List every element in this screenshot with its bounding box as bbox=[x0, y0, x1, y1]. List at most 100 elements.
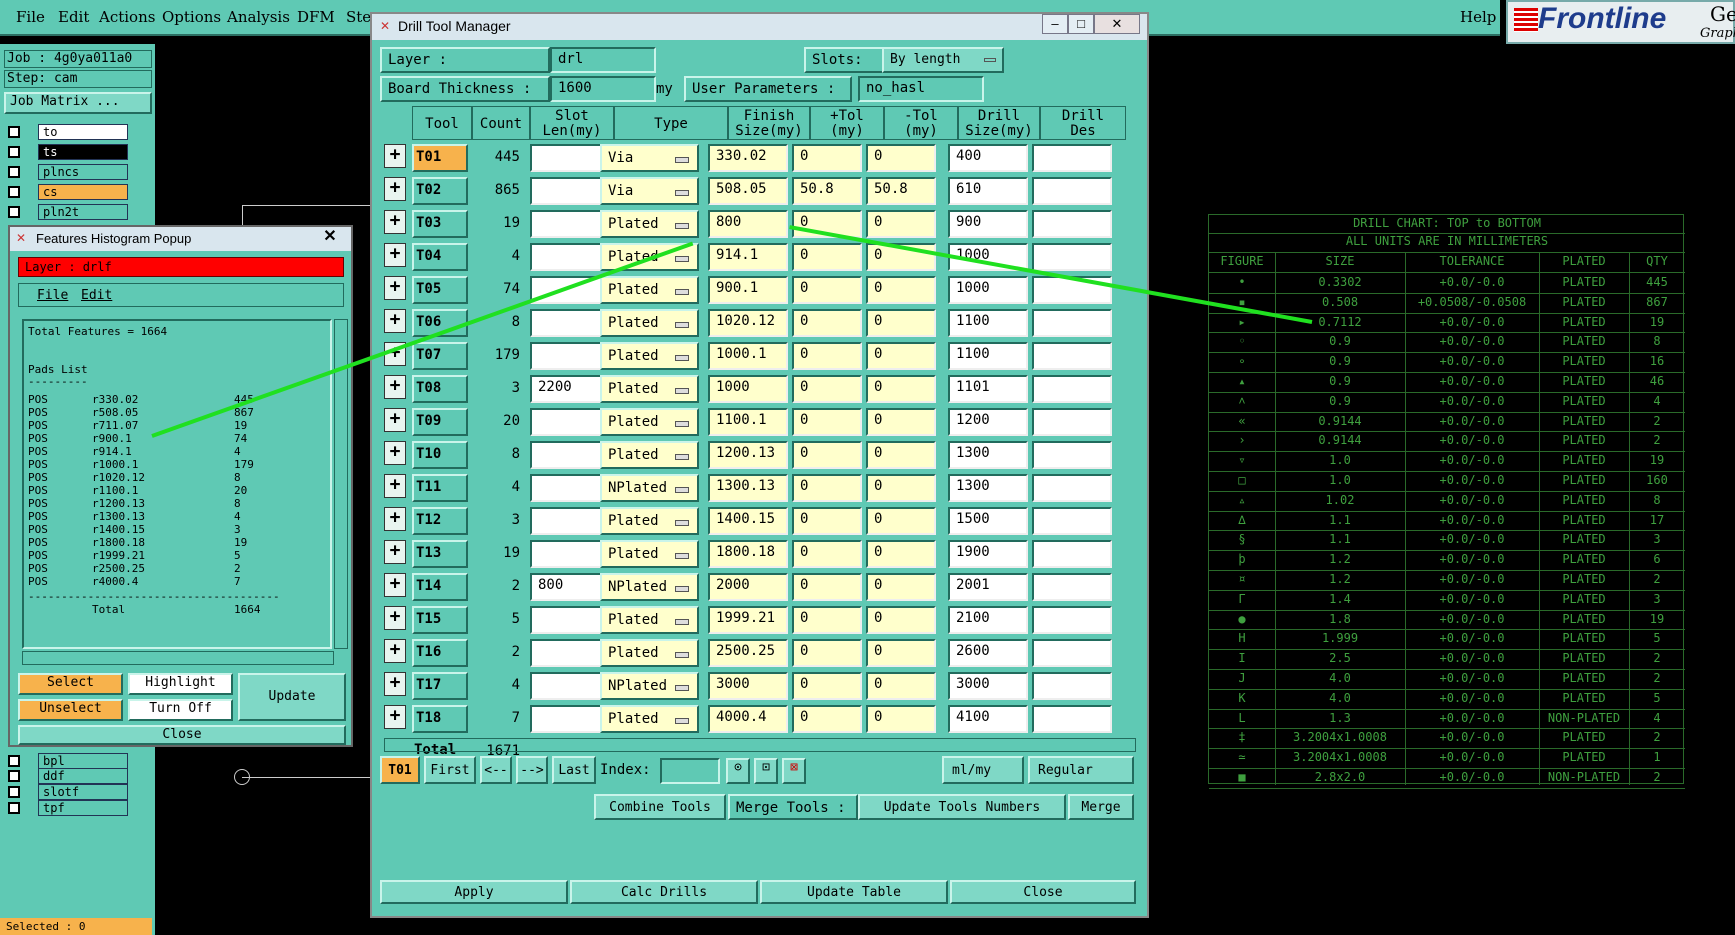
drill-des-input[interactable] bbox=[1032, 507, 1112, 535]
maximize-icon[interactable]: □ bbox=[1068, 14, 1094, 34]
minus-tol-input[interactable]: 0 bbox=[866, 342, 936, 370]
zoom-icon[interactable]: ⊙ bbox=[726, 758, 750, 784]
drill-des-input[interactable] bbox=[1032, 672, 1112, 700]
finish-size-input[interactable]: 3000 bbox=[708, 672, 788, 700]
dtm-hscrollbar[interactable] bbox=[384, 738, 1136, 752]
units-dropdown[interactable]: ml/my bbox=[942, 756, 1024, 784]
expand-icon[interactable]: + bbox=[384, 243, 406, 267]
last-button[interactable]: Last bbox=[552, 756, 596, 784]
expand-icon[interactable]: + bbox=[384, 375, 406, 399]
type-dropdown[interactable]: Plated bbox=[600, 507, 699, 535]
minus-tol-input[interactable]: 0 bbox=[866, 474, 936, 502]
plus-tol-input[interactable]: 0 bbox=[792, 276, 862, 304]
drill-size-input[interactable]: 1200 bbox=[948, 408, 1028, 436]
layer-checkbox[interactable] bbox=[8, 206, 20, 218]
plus-tol-input[interactable]: 0 bbox=[792, 540, 862, 568]
slots-dropdown[interactable]: By length bbox=[882, 47, 1004, 73]
calc-drills-button[interactable]: Calc Drills bbox=[570, 880, 758, 904]
drill-des-input[interactable] bbox=[1032, 639, 1112, 667]
minus-tol-input[interactable]: 0 bbox=[866, 210, 936, 238]
tool-name[interactable]: T07 bbox=[412, 342, 468, 370]
board-thickness-input[interactable]: 1600 bbox=[550, 76, 656, 102]
type-dropdown[interactable]: Via bbox=[600, 177, 699, 205]
drill-des-input[interactable] bbox=[1032, 474, 1112, 502]
menu-help[interactable]: Help bbox=[1460, 8, 1496, 26]
minus-tol-input[interactable]: 0 bbox=[866, 375, 936, 403]
minus-tol-input[interactable]: 0 bbox=[866, 309, 936, 337]
tool-name[interactable]: T12 bbox=[412, 507, 468, 535]
minus-tol-input[interactable]: 0 bbox=[866, 540, 936, 568]
expand-icon[interactable]: + bbox=[384, 606, 406, 630]
finish-size-input[interactable]: 1800.18 bbox=[708, 540, 788, 568]
histogram-menu-edit[interactable]: Edit bbox=[81, 288, 112, 303]
expand-icon[interactable]: + bbox=[384, 474, 406, 498]
expand-icon[interactable]: + bbox=[384, 441, 406, 465]
finish-size-input[interactable]: 900.1 bbox=[708, 276, 788, 304]
finish-size-input[interactable]: 1020.12 bbox=[708, 309, 788, 337]
plus-tol-input[interactable]: 0 bbox=[792, 705, 862, 733]
menu-edit[interactable]: Edit bbox=[58, 8, 89, 26]
finish-size-input[interactable]: 1200.13 bbox=[708, 441, 788, 469]
job-matrix-button[interactable]: Job Matrix ... bbox=[4, 92, 152, 114]
drill-size-input[interactable]: 1100 bbox=[948, 309, 1028, 337]
menu-dfm[interactable]: DFM bbox=[297, 8, 335, 26]
finish-size-input[interactable]: 1400.15 bbox=[708, 507, 788, 535]
drill-size-input[interactable]: 1500 bbox=[948, 507, 1028, 535]
drill-des-input[interactable] bbox=[1032, 177, 1112, 205]
finish-size-input[interactable]: 914.1 bbox=[708, 243, 788, 271]
expand-icon[interactable]: + bbox=[384, 276, 406, 300]
expand-icon[interactable]: + bbox=[384, 705, 406, 729]
type-dropdown[interactable]: Plated bbox=[600, 309, 699, 337]
finish-size-input[interactable]: 1000 bbox=[708, 375, 788, 403]
delete-icon[interactable]: ⊠ bbox=[782, 758, 806, 784]
expand-icon[interactable]: + bbox=[384, 540, 406, 564]
apply-button[interactable]: Apply bbox=[380, 880, 568, 904]
menu-step[interactable]: Ste bbox=[346, 8, 371, 26]
type-dropdown[interactable]: Plated bbox=[600, 408, 699, 436]
drill-size-input[interactable]: 2001 bbox=[948, 573, 1028, 601]
type-dropdown[interactable]: NPlated bbox=[600, 573, 699, 601]
expand-icon[interactable]: + bbox=[384, 408, 406, 432]
layer-row[interactable]: pln2t bbox=[6, 203, 128, 221]
tool-name[interactable]: T14 bbox=[412, 573, 468, 601]
expand-icon[interactable]: + bbox=[384, 210, 406, 234]
drill-size-input[interactable]: 3000 bbox=[948, 672, 1028, 700]
update-table-button[interactable]: Update Table bbox=[760, 880, 948, 904]
layer-checkbox[interactable] bbox=[8, 802, 20, 814]
drill-size-input[interactable]: 400 bbox=[948, 144, 1028, 172]
finish-size-input[interactable]: 1100.1 bbox=[708, 408, 788, 436]
layer-checkbox[interactable] bbox=[8, 786, 20, 798]
layer-row[interactable]: tpf bbox=[6, 799, 128, 817]
layer-row[interactable]: cs bbox=[6, 183, 128, 201]
finish-size-input[interactable]: 2000 bbox=[708, 573, 788, 601]
finish-size-input[interactable]: 1300.13 bbox=[708, 474, 788, 502]
layer-checkbox[interactable] bbox=[8, 186, 20, 198]
minus-tol-input[interactable]: 0 bbox=[866, 573, 936, 601]
minus-tol-input[interactable]: 0 bbox=[866, 408, 936, 436]
highlight-button[interactable]: Highlight bbox=[128, 673, 233, 695]
type-dropdown[interactable]: NPlated bbox=[600, 474, 699, 502]
drill-size-input[interactable]: 1100 bbox=[948, 342, 1028, 370]
turn-off-button[interactable]: Turn Off bbox=[128, 699, 233, 721]
next-button[interactable]: --> bbox=[516, 756, 548, 784]
plus-tol-input[interactable]: 0 bbox=[792, 639, 862, 667]
histogram-hscrollbar[interactable] bbox=[22, 651, 334, 665]
expand-icon[interactable]: + bbox=[384, 573, 406, 597]
drill-des-input[interactable] bbox=[1032, 210, 1112, 238]
type-dropdown[interactable]: Plated bbox=[600, 606, 699, 634]
minus-tol-input[interactable]: 0 bbox=[866, 672, 936, 700]
tool-name[interactable]: T18 bbox=[412, 705, 468, 733]
drill-des-input[interactable] bbox=[1032, 243, 1112, 271]
tool-name[interactable]: T15 bbox=[412, 606, 468, 634]
drill-size-input[interactable]: 900 bbox=[948, 210, 1028, 238]
plus-tol-input[interactable]: 0 bbox=[792, 672, 862, 700]
tool-name[interactable]: T10 bbox=[412, 441, 468, 469]
plus-tol-input[interactable]: 0 bbox=[792, 309, 862, 337]
user-parameters-input[interactable]: no_hasl bbox=[858, 76, 984, 102]
tool-name[interactable]: T02 bbox=[412, 177, 468, 205]
tool-name[interactable]: T13 bbox=[412, 540, 468, 568]
histogram-close-button[interactable]: Close bbox=[18, 725, 346, 745]
minimize-icon[interactable]: – bbox=[1042, 14, 1068, 34]
layer-checkbox[interactable] bbox=[8, 146, 20, 158]
close-icon[interactable]: ✕ bbox=[1094, 14, 1140, 34]
